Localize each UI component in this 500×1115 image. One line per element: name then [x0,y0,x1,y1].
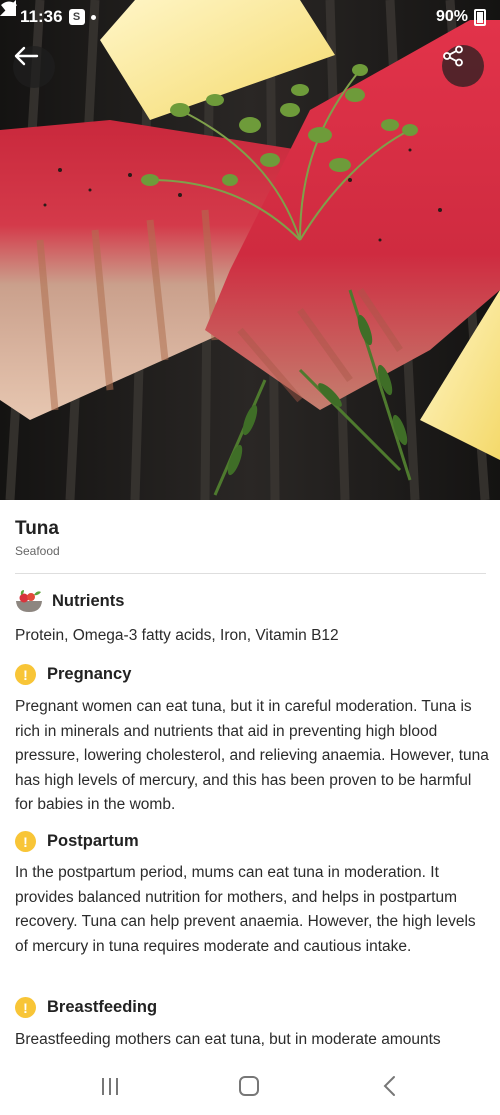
battery-percent: 90% [435,8,468,25]
pregnancy-title: Pregnancy [47,665,132,683]
breastfeeding-text: Breastfeeding mothers can eat tuna, but … [15,1031,441,1048]
share-button[interactable] [442,45,484,87]
pregnancy-header: ! Pregnancy [15,664,131,685]
food-details: Tuna Seafood Nutrients Protein, Omega-3 … [0,500,500,1060]
breastfeeding-title: Breastfeeding [47,998,158,1016]
postpartum-title: Postpartum [47,832,139,850]
app-notification-icon: S [68,9,85,25]
recent-apps-button[interactable] [95,1074,125,1098]
exclamation-icon: ! [15,664,36,685]
food-category: Seafood [15,544,60,558]
system-nav-bar [0,1060,500,1115]
notification-dot-icon [90,14,96,20]
home-button[interactable] [237,1074,261,1098]
share-icon [443,45,463,67]
back-button[interactable] [13,46,55,88]
status-time: 11:36 [20,7,63,26]
breastfeeding-header: ! Breastfeeding [15,997,157,1018]
exclamation-icon: ! [15,831,36,852]
pregnancy-text: Pregnant women can eat tuna, but it in c… [15,698,489,813]
nutrients-title: Nutrients [52,591,125,610]
recent-apps-icon [102,1077,104,1095]
postpartum-header: ! Postpartum [15,831,139,852]
signal-2-icon [0,0,16,16]
food-photo: 11:36 S 90% [0,0,500,500]
battery-icon [474,8,486,26]
food-bowl-icon [16,590,42,612]
nutrients-header: Nutrients [15,589,124,613]
system-back-button[interactable] [377,1074,401,1098]
divider [15,573,486,574]
back-arrow-icon [14,46,39,66]
nutrients-text: Protein, Omega-3 fatty acids, Iron, Vita… [15,627,339,644]
food-name: Tuna [15,518,59,539]
chevron-left-icon [383,1076,395,1096]
exclamation-icon: ! [15,997,36,1018]
status-bar: 11:36 S 90% [0,0,500,34]
postpartum-text: In the postpartum period, mums can eat t… [15,864,476,955]
grilled-tuna-image [0,0,500,500]
home-icon [239,1076,259,1096]
